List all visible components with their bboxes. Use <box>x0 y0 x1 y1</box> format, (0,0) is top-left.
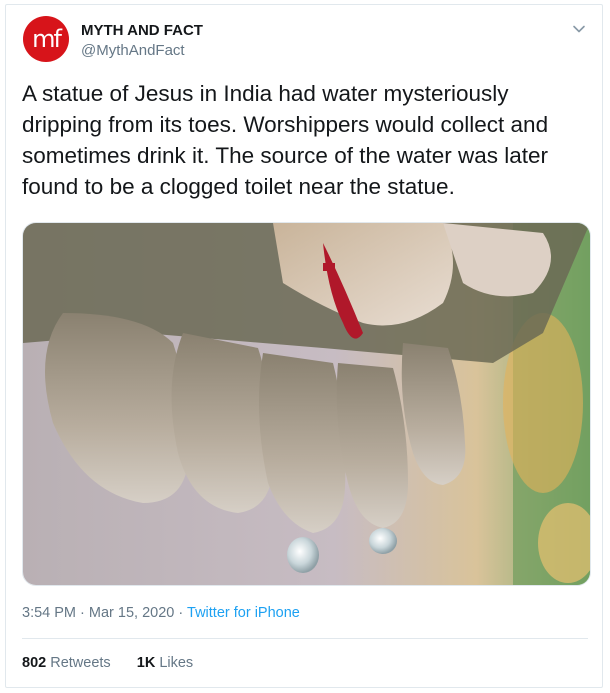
likes-stat[interactable]: 1K Likes <box>137 655 193 671</box>
retweets-stat[interactable]: 802 Retweets <box>22 655 111 671</box>
divider <box>22 638 588 639</box>
author-name[interactable]: MYTH AND FACT <box>81 22 203 39</box>
avatar-logo-text: mf <box>32 25 62 53</box>
likes-label: Likes <box>159 655 194 671</box>
tweet-time[interactable]: 3:54 PM <box>22 605 76 621</box>
statue-feet-photo <box>23 223 590 585</box>
tweet-stats: 802 Retweets 1K Likes <box>22 655 193 671</box>
meta-separator: · <box>80 605 85 621</box>
tweet-meta: 3:54 PM · Mar 15, 2020 · Twitter for iPh… <box>22 605 300 621</box>
retweets-count: 802 <box>22 655 47 671</box>
tweet-date[interactable]: Mar 15, 2020 <box>89 605 174 621</box>
chevron-down-icon[interactable] <box>572 22 586 36</box>
author-handle[interactable]: @MythAndFact <box>81 42 185 59</box>
tweet-photo[interactable] <box>22 222 591 586</box>
tweet-source-link[interactable]: Twitter for iPhone <box>187 605 300 621</box>
meta-separator: · <box>178 605 184 621</box>
avatar[interactable]: mf <box>23 16 69 62</box>
likes-count: 1K <box>136 655 156 671</box>
tweet-text: A statue of Jesus in India had water mys… <box>22 81 549 199</box>
retweets-label: Retweets <box>50 655 111 671</box>
